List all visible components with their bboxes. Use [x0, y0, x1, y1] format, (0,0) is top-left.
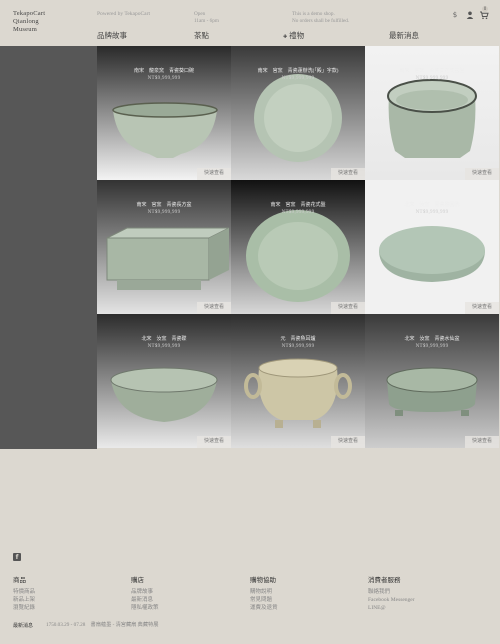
footer-column-products: 商品 特價商品 新品上架 瀏覽紀錄: [13, 574, 35, 612]
footer-column-help: 購物協助 購物說明 常見問題 運費及退貨: [250, 574, 278, 612]
quick-view-button[interactable]: 快速查看: [197, 302, 231, 314]
footer-link[interactable]: 瀏覽紀錄: [13, 604, 35, 612]
product-name: 南宋 官窯 青瓷長方盆: [136, 203, 192, 208]
product-card[interactable]: 南宋 官窯 青瓷葵花式盆盤 NT$9,999,999 快速查看: [365, 46, 499, 180]
product-card[interactable]: 北宋 汝窯 青瓷水仙盆 NT$9,999,999 快速查看: [365, 314, 499, 448]
product-card[interactable]: 南宋 龍泉窯 青瓷葵口碗 NT$9,999,999 快速查看: [97, 46, 231, 180]
powered-by-text: Powered by TekapoCart: [97, 11, 150, 17]
product-name: 南宋 官窯 青瓷花式盤: [270, 203, 326, 208]
footer-link[interactable]: 常見問題: [250, 596, 278, 604]
product-price: NT$9,999,999: [281, 344, 315, 349]
footer-link[interactable]: 運費及退貨: [250, 604, 278, 612]
logo-line: Qianlong: [13, 18, 39, 25]
product-card[interactable]: 北宋 汝窯 青瓷碟 NT$9,999,999 快速查看: [97, 314, 231, 448]
quick-view-button[interactable]: 快速查看: [331, 168, 365, 180]
product-name: 北宋 汝窯 青瓷橢圓洗: [404, 203, 460, 208]
product-price: NT$9,999,999: [147, 76, 181, 81]
footer-link[interactable]: 品牌故事: [131, 588, 159, 596]
site-header: TekapoCart Qianlong Museum Powered by Te…: [0, 0, 500, 46]
footer-link[interactable]: LINE@: [368, 604, 415, 612]
nav-tea-snacks[interactable]: 茶點: [194, 30, 209, 41]
product-price: NT$9,999,999: [147, 344, 181, 349]
footer-column-title: 消費者服務: [368, 577, 401, 584]
quick-view-button[interactable]: 快速查看: [465, 436, 499, 448]
product-name: 北宋 汝窯 青瓷水仙盆: [404, 337, 460, 342]
plus-icon: ✚: [283, 34, 288, 40]
nav-gifts-label: 禮物: [289, 31, 305, 40]
user-icon[interactable]: [465, 10, 475, 20]
product-card[interactable]: 元 青瓷魚耳爐 NT$9,999,999 快速查看: [231, 314, 365, 448]
dollar-icon[interactable]: $: [450, 10, 460, 20]
product-card[interactable]: 南宋 官窯 青瓷蓮辦洗(「殿」字款) NT$9,999,999 快速查看: [231, 46, 365, 180]
footer-column-title: 購物協助: [250, 577, 276, 584]
product-name: 南宋 官窯 青瓷蓮辦洗(「殿」字款): [257, 69, 339, 74]
quick-view-button[interactable]: 快速查看: [331, 436, 365, 448]
product-card[interactable]: 南宋 官窯 青瓷花式盤 NT$9,999,999 快速查看: [231, 180, 365, 314]
quick-view-button[interactable]: 快速查看: [465, 302, 499, 314]
footer-column-title: 商品: [13, 577, 26, 584]
quick-view-button[interactable]: 快速查看: [331, 302, 365, 314]
product-card[interactable]: 南宋 官窯 青瓷長方盆 NT$9,999,999 快速查看: [97, 180, 231, 314]
product-name: 元 青瓷魚耳爐: [280, 337, 316, 342]
footer-column-service: 消費者服務 聯絡我們 Facebook Messenger LINE@: [368, 574, 415, 612]
site-logo[interactable]: TekapoCart Qianlong Museum: [13, 10, 45, 34]
product-price: NT$9,999,999: [415, 210, 449, 215]
logo-line: TekapoCart: [13, 10, 46, 17]
footer-link[interactable]: 隱私權政策: [131, 604, 159, 612]
product-card[interactable]: 北宋 汝窯 青瓷橢圓洗 NT$9,999,999 快速查看: [365, 180, 499, 314]
nav-latest-news[interactable]: 最新消息: [389, 30, 419, 41]
product-price: NT$9,999,999: [415, 76, 449, 81]
cart-count-badge: 0: [482, 6, 488, 12]
product-price: NT$9,999,999: [281, 76, 315, 81]
product-name: 北宋 汝窯 青瓷碟: [141, 337, 187, 342]
footer-link[interactable]: 新品上架: [13, 596, 35, 604]
demo-notice: This is a demo shop. No orders shall be …: [292, 11, 349, 24]
footer-column-store: 購店 品牌故事 最新消息 隱私權政策: [131, 574, 159, 612]
quick-view-button[interactable]: 快速查看: [197, 168, 231, 180]
footer-link[interactable]: 最新消息: [131, 596, 159, 604]
footer-link[interactable]: Facebook Messenger: [368, 596, 415, 604]
footer-news-text[interactable]: 1750.03.29 - 07.28 書扇蘊墨 - 清宮藏扇 典藏特展: [46, 621, 158, 628]
quick-view-button[interactable]: 快速查看: [465, 168, 499, 180]
hours-line: 11am - 6pm: [194, 17, 219, 24]
footer-news-label: 最新消息: [13, 624, 34, 629]
facebook-icon[interactable]: f: [13, 553, 21, 561]
nav-gifts[interactable]: ✚ 禮物: [283, 30, 304, 41]
product-grid: 南宋 龍泉窯 青瓷葵口碗 NT$9,999,999 快速查看 南宋 官窯 青瓷蓮…: [97, 46, 500, 449]
product-name: 南宋 龍泉窯 青瓷葵口碗: [133, 69, 194, 74]
footer-link[interactable]: 特價商品: [13, 588, 35, 596]
nav-brand-story[interactable]: 品牌故事: [97, 30, 127, 41]
quick-view-button[interactable]: 快速查看: [197, 436, 231, 448]
product-price: NT$9,999,999: [147, 210, 181, 215]
footer-link[interactable]: 聯絡我們: [368, 588, 415, 596]
footer-link[interactable]: 購物說明: [250, 588, 278, 596]
product-price: NT$9,999,999: [415, 344, 449, 349]
product-name: 南宋 官窯 青瓷葵花式盆盤: [399, 69, 465, 74]
product-price: NT$9,999,999: [281, 210, 315, 215]
demo-line: No orders shall be fulfilled.: [292, 17, 350, 24]
opening-hours: Open 11am - 6pm: [194, 11, 219, 24]
logo-line: Museum: [13, 26, 37, 33]
sidebar-panel: [0, 46, 97, 449]
footer-column-title: 購店: [131, 577, 144, 584]
